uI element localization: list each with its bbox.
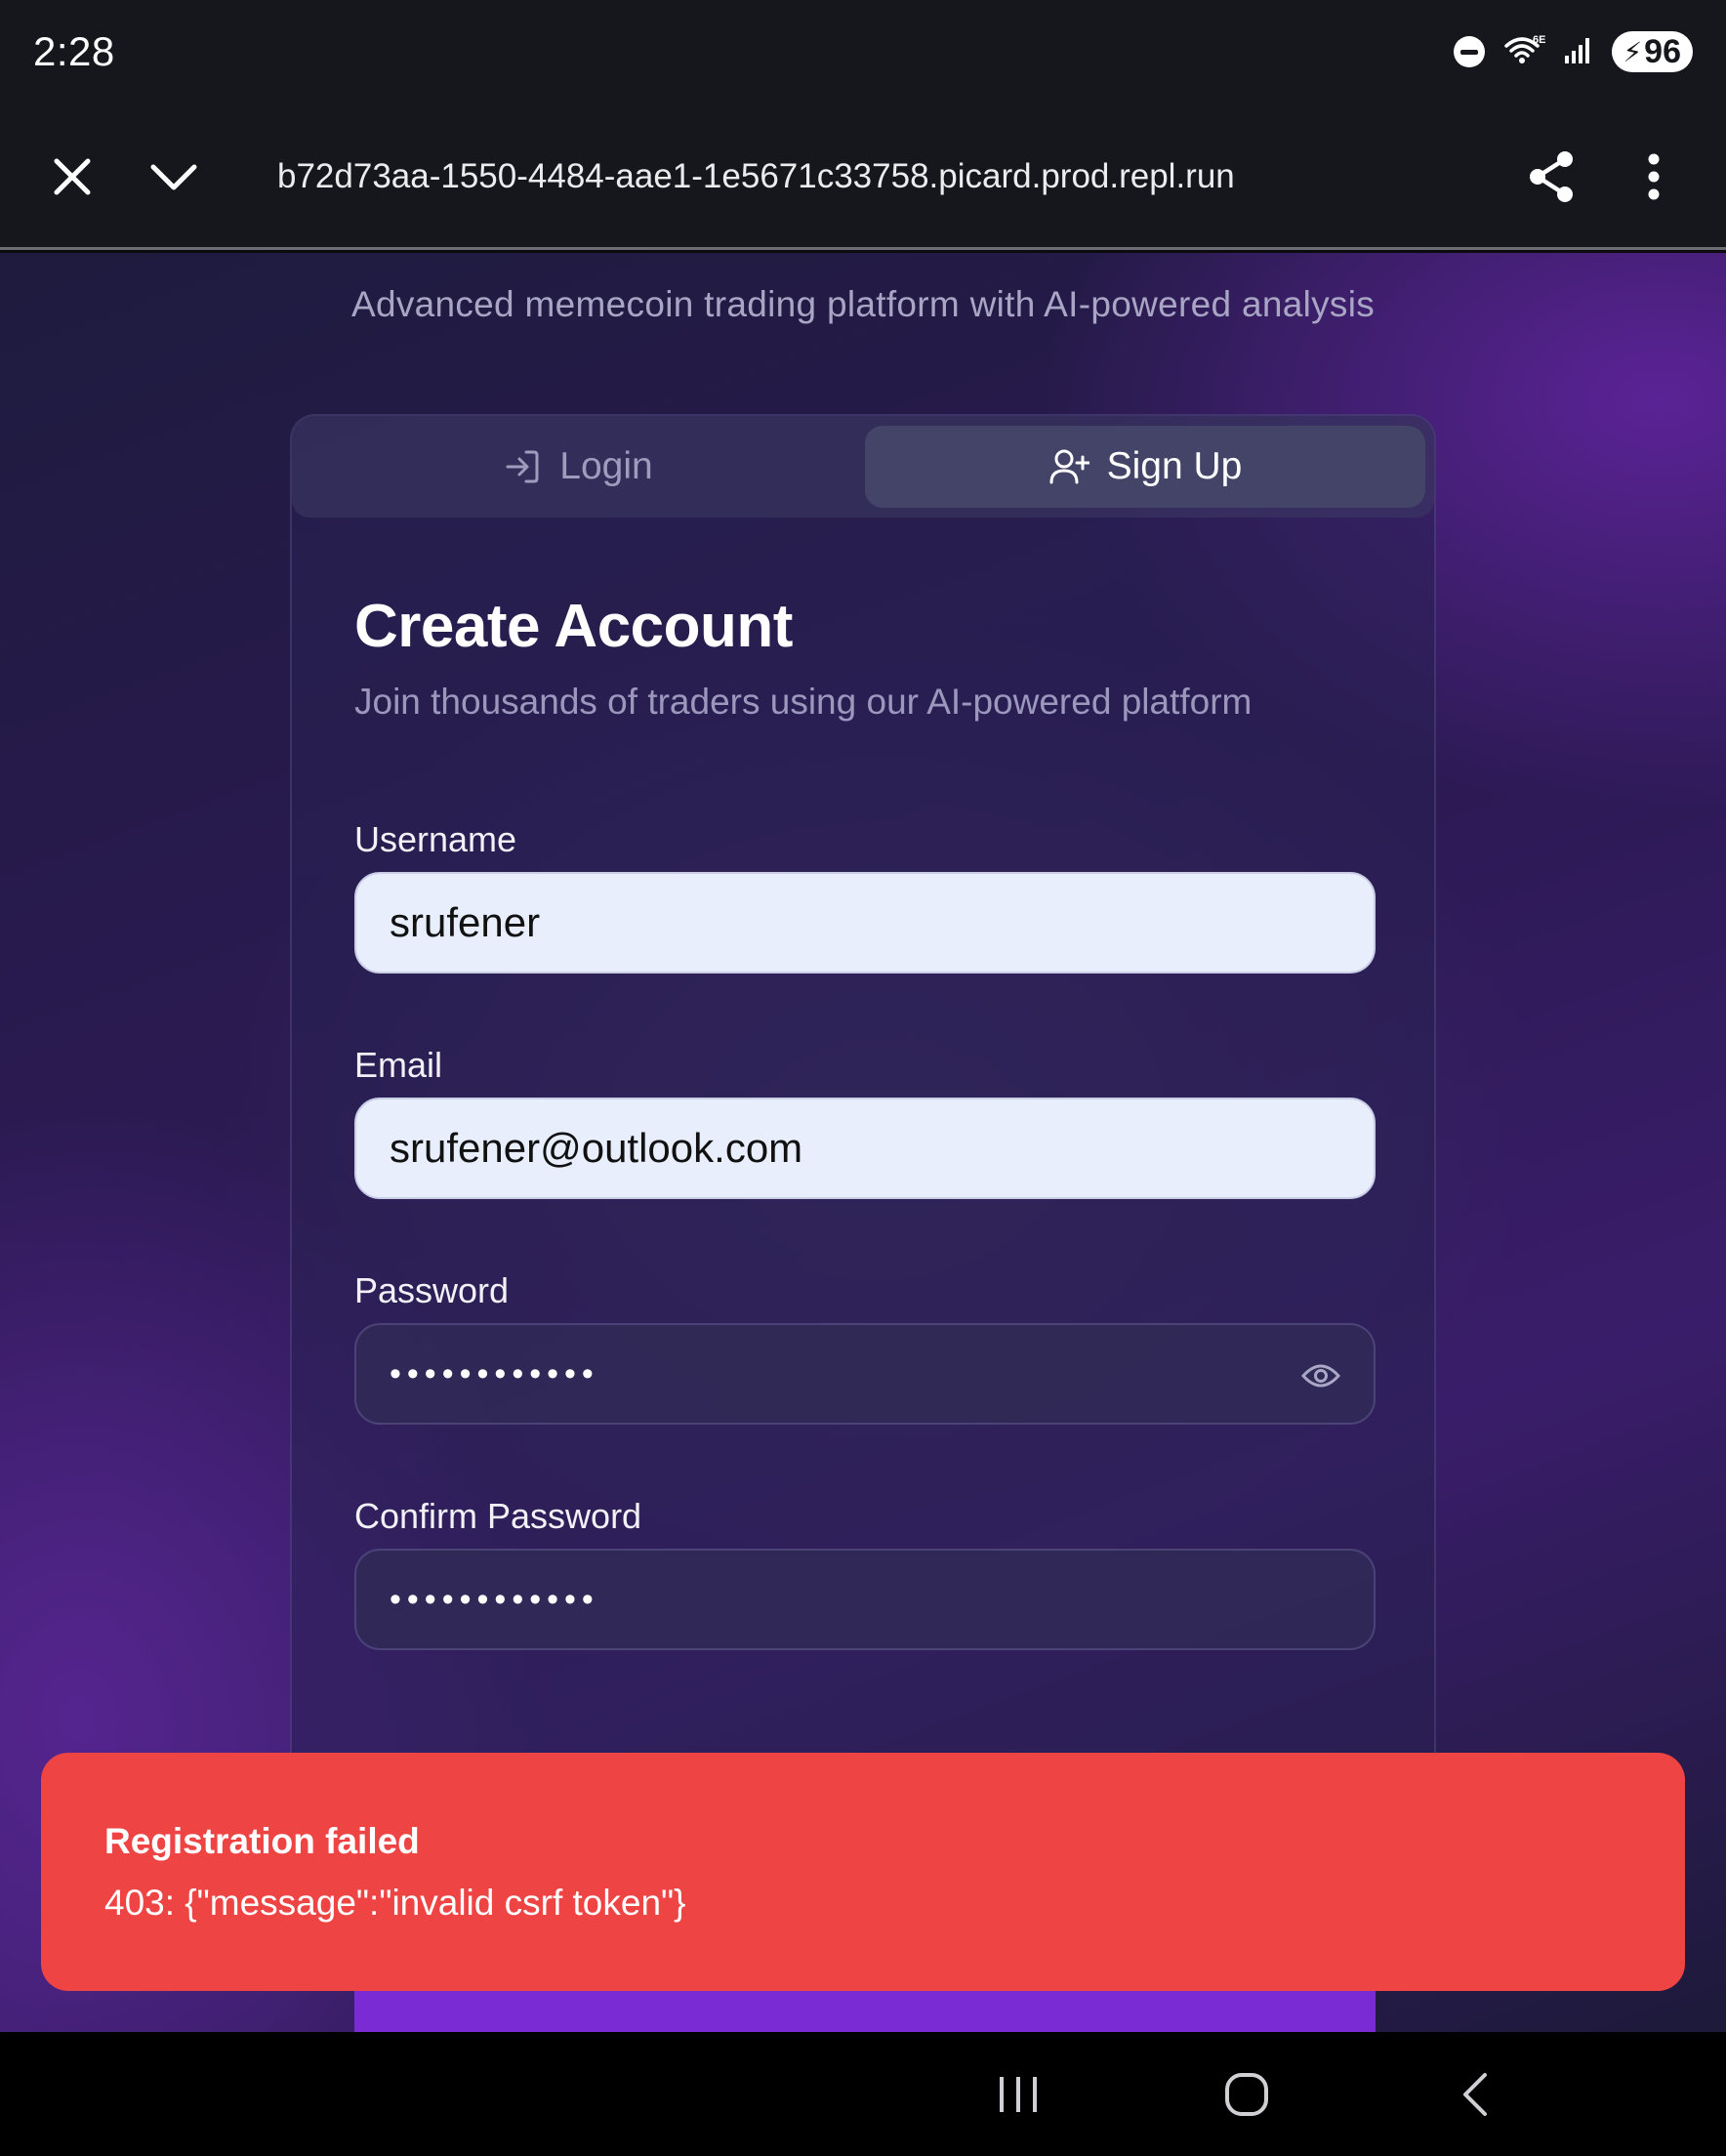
signal-icon — [1563, 34, 1594, 70]
battery-charging-icon: ⚡ — [1623, 36, 1643, 67]
recents-button[interactable] — [960, 2032, 1077, 2156]
wifi-6e-icon: 6E — [1502, 32, 1545, 72]
user-plus-icon — [1049, 449, 1089, 484]
email-value: srufener@outlook.com — [390, 1125, 803, 1171]
back-button[interactable] — [1417, 2032, 1534, 2156]
tagline: Advanced memecoin trading platform with … — [350, 284, 1376, 324]
home-icon — [1225, 2072, 1268, 2116]
email-label: Email — [354, 1045, 443, 1085]
back-icon — [1463, 2072, 1487, 2116]
form-subtitle: Join thousands of traders using our AI-p… — [354, 682, 1253, 722]
chevron-down-icon — [150, 164, 197, 190]
confirm-password-label: Confirm Password — [354, 1496, 642, 1536]
home-button[interactable] — [1188, 2032, 1305, 2156]
share-button[interactable] — [1512, 104, 1590, 250]
status-time: 2:28 — [33, 28, 115, 74]
close-icon — [54, 158, 91, 195]
more-vert-icon — [1648, 153, 1660, 200]
username-label: Username — [354, 819, 517, 859]
auth-tabs: Login Sign Up — [292, 416, 1434, 518]
more-options-button[interactable] — [1615, 104, 1693, 250]
toggle-password-visibility[interactable] — [1299, 1354, 1342, 1397]
close-button[interactable] — [33, 104, 111, 250]
status-icons: 6E ⚡ 96 — [1453, 31, 1693, 72]
form-title: Create Account — [354, 593, 793, 660]
username-value: srufener — [390, 899, 541, 945]
battery-indicator: ⚡ 96 — [1611, 31, 1693, 72]
error-toast: Registration failed 403: {"message":"inv… — [41, 1753, 1685, 1991]
login-icon — [506, 450, 539, 483]
status-bar: 2:28 6E ⚡ 96 — [0, 0, 1726, 104]
tab-signup[interactable]: Sign Up — [865, 426, 1425, 508]
battery-level: 96 — [1644, 32, 1681, 70]
svg-text:6E: 6E — [1533, 34, 1545, 46]
browser-toolbar: b72d73aa-1550-4484-aae1-1e5671c33758.pic… — [0, 104, 1726, 250]
password-value: •••••••••••• — [390, 1354, 599, 1392]
eye-icon — [1301, 1364, 1340, 1388]
system-nav-bar — [0, 2032, 1726, 2156]
tab-login-label: Login — [559, 445, 653, 487]
do-not-disturb-icon — [1453, 36, 1485, 67]
collapse-button[interactable] — [135, 104, 213, 250]
recents-icon — [1000, 2076, 1037, 2112]
email-input[interactable]: srufener@outlook.com — [354, 1098, 1376, 1199]
tab-signup-label: Sign Up — [1106, 445, 1243, 487]
confirm-password-input[interactable]: •••••••••••• — [354, 1549, 1376, 1650]
auth-card: Login Sign Up Create Account Join thousa… — [290, 414, 1436, 2032]
share-icon — [1530, 151, 1573, 202]
password-input[interactable]: •••••••••••• — [354, 1323, 1376, 1425]
password-label: Password — [354, 1270, 510, 1310]
confirm-password-value: •••••••••••• — [390, 1580, 599, 1618]
toast-title: Registration failed — [104, 1821, 420, 1861]
username-input[interactable]: srufener — [354, 872, 1376, 974]
toast-message: 403: {"message":"invalid csrf token"} — [104, 1883, 686, 1923]
tab-login[interactable]: Login — [302, 426, 854, 508]
url-bar[interactable]: b72d73aa-1550-4484-aae1-1e5671c33758.pic… — [277, 104, 1235, 250]
